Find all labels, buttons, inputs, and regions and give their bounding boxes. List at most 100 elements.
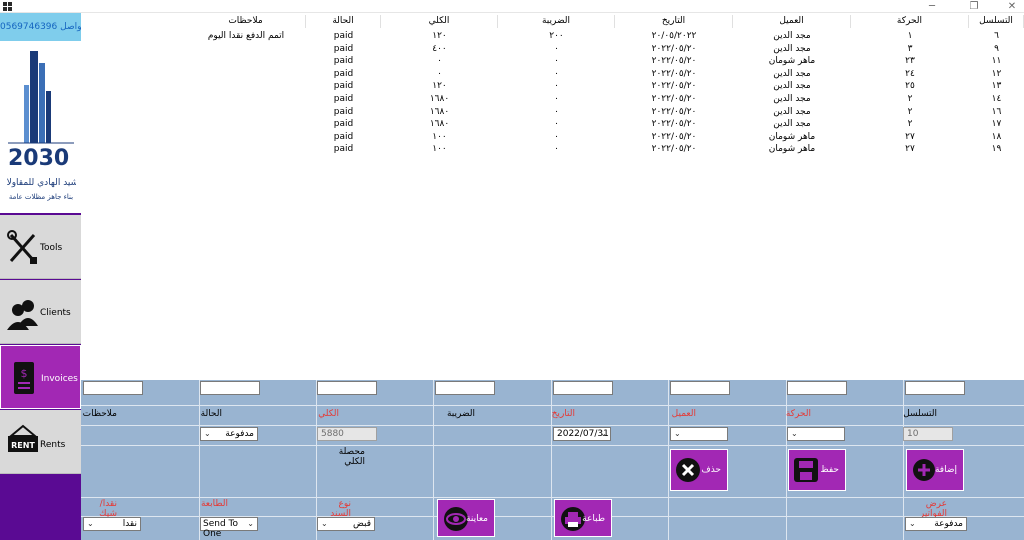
table-cell: ٣ [907, 43, 913, 54]
filter-tax-input[interactable] [435, 381, 495, 395]
filter-notes-input[interactable] [83, 381, 143, 395]
add-button-label: إضافة [934, 465, 957, 475]
table-cell: مجد الدين [773, 31, 811, 41]
table-cell: ٢٠٢٢/٠٥/٢٠ [651, 81, 697, 92]
preview-button[interactable]: معاينة [437, 499, 495, 537]
header-movement[interactable]: الحركة [851, 15, 969, 28]
table-cell: مجد الدين [773, 106, 811, 117]
header-date[interactable]: التاريخ [615, 15, 733, 28]
show-invoices-label: عرض الفواتير [919, 499, 947, 519]
print-button[interactable]: طباعة [554, 499, 612, 537]
table-row[interactable]: ١٨ ٢٧ ماهر شومان ٢٠٢٢/٠٥/٢٠ ٠ ١٠٠ paid [82, 131, 1024, 144]
table-cell: ١١ [991, 56, 1002, 67]
total-field: 5880 [317, 427, 377, 441]
header-serial[interactable]: التسلسل [969, 15, 1024, 28]
filter-serial-input[interactable] [905, 381, 965, 395]
header-status[interactable]: الحالة [306, 15, 381, 28]
table-cell: ١ [907, 31, 913, 41]
printer-select[interactable]: Send To One ⌄ [200, 517, 258, 539]
table-row[interactable]: ١٧ ٢ مجد الدين ٢٠٢٢/٠٥/٢٠ ٠ ١٦٨٠ paid [82, 118, 1024, 131]
total-collected-label: محصلة الكلي [338, 447, 365, 467]
table-cell: ٠ [554, 119, 559, 130]
table-cell: ٦ [994, 31, 999, 41]
header-total[interactable]: الكلي [381, 15, 498, 28]
header-client[interactable]: العميل [733, 15, 851, 28]
table-cell: ١٢ [991, 68, 1002, 79]
save-button[interactable]: حفظ [788, 449, 846, 491]
movement-select[interactable]: ⌄ [787, 427, 845, 441]
header-notes[interactable]: ملاحظات [186, 15, 306, 28]
sidebar-item-rents[interactable]: RENT Rents [0, 410, 81, 474]
voucher-type-label: نوع السند [330, 499, 351, 519]
table-cell: ١٤ [991, 94, 1002, 104]
table-cell: مجد الدين [773, 94, 811, 104]
voucher-type-select[interactable]: قبض ⌄ [317, 517, 375, 531]
invoice-icon: $ [14, 362, 34, 394]
svg-text:2030: 2030 [8, 146, 69, 171]
table-cell: ٢ [907, 94, 913, 104]
invoices-grid[interactable]: التسلسل الحركة العميل التاريخ الضريبة ال… [82, 13, 1024, 380]
save-button-label: حفظ [820, 465, 839, 475]
sidebar-item-label: Tools [40, 243, 63, 253]
filter-client-input[interactable] [670, 381, 730, 395]
invoice-form-panel: ملاحظات الحالة الكلي الضريبة التاريخ الع… [81, 380, 1024, 540]
delete-button[interactable]: حذف [670, 449, 728, 491]
status-select-value: مدفوعة [225, 429, 254, 439]
sidebar-item-invoices[interactable]: $ Invoices [0, 345, 81, 409]
table-cell [186, 68, 306, 81]
filter-movement-input[interactable] [787, 381, 847, 395]
payment-method-select[interactable]: نقدا ⌄ [83, 517, 141, 531]
status-label: الحالة [200, 409, 222, 419]
delete-icon [676, 458, 700, 482]
sidebar-item-label: Invoices [41, 374, 78, 384]
company-logo: 2030 الشيد الهادي للمقاولات بناء جاهز مظ… [6, 51, 76, 201]
grid-header: التسلسل الحركة العميل التاريخ الضريبة ال… [82, 15, 1024, 28]
table-row[interactable]: ١٦ ٢ مجد الدين ٢٠٢٢/٠٥/٢٠ ٠ ١٦٨٠ paid [82, 106, 1024, 119]
table-cell: ٢٠٠ [549, 31, 564, 41]
tools-icon [7, 230, 37, 264]
movement-label: الحركة [785, 409, 811, 419]
client-select[interactable]: ⌄ [670, 427, 728, 441]
table-cell: ٠ [554, 68, 559, 79]
table-row[interactable]: ١٣ ٢٥ مجد الدين ٢٠٢٢/٠٥/٢٠ ٠ ١٢٠ paid [82, 80, 1024, 93]
sidebar-item-clients[interactable]: Clients [0, 280, 81, 344]
table-row[interactable]: ٦ ١ مجد الدين ٢٠/٠٥/٢٠٢٢ ٢٠٠ ١٢٠ paid اتمم الدف… [82, 30, 1024, 43]
table-cell: ٢٠٢٢/٠٥/٢٠ [651, 106, 697, 117]
svg-text:$: $ [21, 367, 28, 380]
chevron-down-icon: ⌄ [674, 429, 681, 438]
table-cell: ٠ [554, 144, 559, 155]
table-cell: ٢٠٢٢/٠٥/٢٠ [651, 131, 697, 142]
table-cell: ٢ [907, 119, 913, 130]
table-cell [186, 55, 306, 68]
show-invoices-select[interactable]: مدفوعة ⌄ [905, 517, 967, 531]
sidebar-item-tools[interactable]: Tools [0, 215, 81, 279]
table-cell: ٠ [554, 43, 559, 54]
sidebar: للتواصل 0569746396 2030 الشيد الهادي للم… [0, 13, 81, 540]
header-tax[interactable]: الضريبة [498, 15, 615, 28]
add-button[interactable]: إضافة [906, 449, 964, 491]
table-cell: paid [333, 144, 354, 155]
status-select[interactable]: مدفوعة ⌄ [200, 427, 258, 441]
filter-status-input[interactable] [200, 381, 260, 395]
chevron-down-icon: ⌄ [909, 519, 916, 528]
table-row[interactable]: ١٢ ٢٤ مجد الدين ٢٠٢٢/٠٥/٢٠ ٠ ٠ paid [82, 68, 1024, 81]
date-picker[interactable]: 2022/07/31 ⌄ [553, 427, 611, 441]
filter-total-input[interactable] [317, 381, 377, 395]
table-cell: ٢ [907, 106, 913, 117]
chevron-down-icon: ⌄ [791, 429, 798, 438]
table-row[interactable]: ١٤ ٢ مجد الدين ٢٠٢٢/٠٥/٢٠ ٠ ١٦٨٠ paid [82, 93, 1024, 106]
serial-label: التسلسل [903, 409, 937, 419]
table-row[interactable]: ١٩ ٢٧ ماهر شومان ٢٠٢٢/٠٥/٢٠ ٠ ١٠٠ paid [82, 143, 1024, 156]
restore-button[interactable]: ❐ [962, 0, 986, 13]
table-cell: paid [333, 106, 354, 117]
table-cell: ٢٣ [905, 56, 915, 67]
table-cell: paid [333, 43, 354, 54]
table-row[interactable]: ٩ ٣ مجد الدين ٢٠٢٢/٠٥/٢٠ ٠ ٤٠٠ paid [82, 43, 1024, 56]
table-cell: ١٠٠ [432, 131, 447, 142]
table-cell: ٢٥ [905, 81, 915, 92]
serial-field: 10 [903, 427, 953, 441]
filter-date-input[interactable] [553, 381, 613, 395]
close-button[interactable]: ✕ [1000, 0, 1024, 13]
minimize-button[interactable]: ─ [920, 0, 944, 13]
table-row[interactable]: ١١ ٢٣ ماهر شومان ٢٠٢٢/٠٥/٢٠ ٠ ٠ paid [82, 55, 1024, 68]
